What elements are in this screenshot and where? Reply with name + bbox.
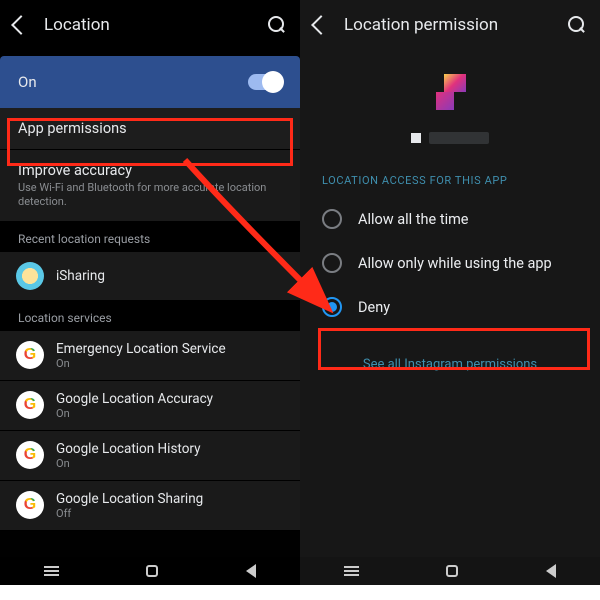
search-icon[interactable] <box>568 16 586 34</box>
service-name: Google Location Accuracy <box>56 391 213 407</box>
location-permission-screen: Location permission LOCATION ACCESS FOR … <box>300 0 600 585</box>
google-icon: G <box>16 341 44 369</box>
option-deny[interactable]: Deny <box>300 285 600 329</box>
recent-requests-header: Recent location requests <box>0 222 300 252</box>
option-allow-while-using[interactable]: Allow only while using the app <box>300 241 600 285</box>
nav-back-icon[interactable] <box>246 564 256 578</box>
app-permissions-label: App permissions <box>18 120 282 137</box>
toggle-switch-on[interactable] <box>248 74 282 90</box>
header: Location <box>0 0 300 50</box>
recent-app-name: iSharing <box>56 268 105 284</box>
location-settings-screen: Location On App permissions Improve accu… <box>0 0 300 585</box>
google-icon: G <box>16 441 44 469</box>
google-icon: G <box>16 391 44 419</box>
app-name-redacted <box>429 132 489 144</box>
android-nav-bar <box>0 557 300 585</box>
nav-recents-icon[interactable] <box>44 570 59 572</box>
option-label: Deny <box>358 299 390 316</box>
service-name: Google Location Sharing <box>56 491 203 507</box>
service-name: Emergency Location Service <box>56 341 226 357</box>
service-status: On <box>56 407 213 420</box>
back-icon[interactable] <box>11 15 31 35</box>
google-icon: G <box>16 491 44 519</box>
improve-accuracy-row[interactable]: Improve accuracy Use Wi-Fi and Bluetooth… <box>0 150 300 222</box>
option-label: Allow only while using the app <box>358 255 552 272</box>
nav-recents-icon[interactable] <box>344 570 359 572</box>
see-all-permissions-link[interactable]: See all Instagram permissions <box>300 357 600 372</box>
isharing-app-icon <box>16 262 44 290</box>
location-master-toggle-row[interactable]: On <box>0 56 300 108</box>
radio-unchecked-icon <box>322 253 342 273</box>
page-title: Location <box>44 15 268 35</box>
recent-app-isharing[interactable]: iSharing <box>0 252 300 301</box>
location-services-header: Location services <box>0 301 300 331</box>
service-emergency-location[interactable]: G Emergency Location Service On <box>0 331 300 381</box>
nav-back-icon[interactable] <box>546 564 556 578</box>
android-nav-bar <box>300 557 600 585</box>
service-status: Off <box>56 507 203 520</box>
improve-accuracy-title: Improve accuracy <box>18 162 282 179</box>
app-identity-block <box>300 50 600 174</box>
option-allow-all-time[interactable]: Allow all the time <box>300 197 600 241</box>
back-icon[interactable] <box>311 15 331 35</box>
nav-home-icon[interactable] <box>146 565 158 577</box>
radio-checked-icon <box>322 297 342 317</box>
option-label: Allow all the time <box>358 211 469 228</box>
toggle-label: On <box>18 73 248 91</box>
header: Location permission <box>300 0 600 50</box>
improve-accuracy-desc: Use Wi-Fi and Bluetooth for more accurat… <box>18 181 282 209</box>
service-google-location-accuracy[interactable]: G Google Location Accuracy On <box>0 381 300 431</box>
service-name: Google Location History <box>56 441 201 457</box>
instagram-app-icon <box>426 74 474 122</box>
nav-home-icon[interactable] <box>446 565 458 577</box>
page-title: Location permission <box>344 15 568 35</box>
service-status: On <box>56 457 201 470</box>
service-google-location-history[interactable]: G Google Location History On <box>0 431 300 481</box>
app-permissions-row[interactable]: App permissions <box>0 108 300 150</box>
service-status: On <box>56 357 226 370</box>
radio-unchecked-icon <box>322 209 342 229</box>
search-icon[interactable] <box>268 16 286 34</box>
location-access-section-header: LOCATION ACCESS FOR THIS APP <box>300 174 600 197</box>
app-indicator-icon <box>411 133 421 143</box>
service-google-location-sharing[interactable]: G Google Location Sharing Off <box>0 481 300 531</box>
